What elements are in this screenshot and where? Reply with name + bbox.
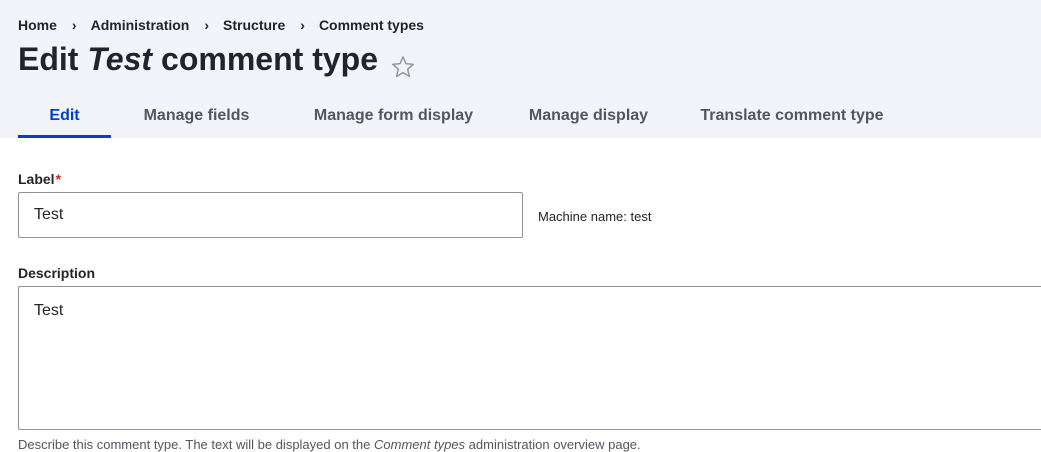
help-text-emphasis: Comment types: [374, 437, 466, 452]
page-title-prefix: Edit: [18, 41, 79, 77]
tab-edit[interactable]: Edit: [18, 93, 111, 138]
breadcrumb-administration[interactable]: Administration: [91, 17, 190, 33]
required-marker: *: [55, 171, 62, 187]
breadcrumb-comment-types[interactable]: Comment types: [319, 17, 424, 33]
page-title: Edit Test comment type: [18, 37, 416, 81]
breadcrumb-home[interactable]: Home: [18, 17, 57, 33]
tab-manage-fields[interactable]: Manage fields: [111, 93, 282, 138]
tab-label: Manage fields: [143, 106, 250, 124]
tab-label: Manage display: [528, 106, 649, 124]
tab-translate-comment-type[interactable]: Translate comment type: [672, 93, 912, 138]
tab-label: Edit: [49, 106, 80, 124]
breadcrumb-separator: ›: [300, 17, 305, 33]
label-field-label-text: Label: [18, 171, 55, 187]
breadcrumb-structure[interactable]: Structure: [223, 17, 285, 33]
label-input[interactable]: Test: [18, 192, 523, 238]
breadcrumb: Home › Administration › Structure › Comm…: [18, 17, 424, 33]
page-title-suffix: comment type: [161, 41, 378, 77]
description-help-text: Describe this comment type. The text wil…: [18, 437, 641, 452]
help-text-suffix: administration overview page.: [465, 437, 641, 452]
help-text-prefix: Describe this comment type. The text wil…: [18, 437, 374, 452]
description-field-label: Description: [18, 265, 96, 281]
description-textarea[interactable]: Test: [18, 286, 1041, 430]
page-title-emphasis: Test: [87, 41, 153, 77]
page-header: Home › Administration › Structure › Comm…: [0, 0, 1041, 138]
tab-manage-display[interactable]: Manage display: [505, 93, 672, 138]
breadcrumb-separator: ›: [204, 17, 210, 33]
star-outline-icon[interactable]: [390, 47, 416, 78]
breadcrumb-separator: ›: [71, 17, 77, 33]
machine-name: Machine name: test: [538, 209, 652, 224]
tab-label: Translate comment type: [700, 106, 884, 124]
tab-manage-form-display[interactable]: Manage form display: [282, 93, 505, 138]
label-field-label: Label*: [18, 171, 61, 187]
tabs: Edit Manage fields Manage form display M…: [18, 93, 912, 138]
tab-label: Manage form display: [313, 106, 474, 124]
